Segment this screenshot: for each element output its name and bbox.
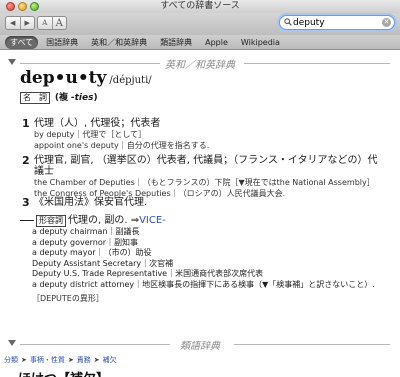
sense-number: 2	[22, 154, 30, 167]
example-line: by deputy｜代理で［として］	[34, 130, 147, 139]
small-font-label: A	[42, 19, 48, 27]
sense-definition: 代理官, 副官, （選挙区の）代表者, 代議員；（フランス・イタリアなどの）代議…	[34, 155, 378, 177]
breadcrumb-arrow-icon: ➤	[67, 356, 74, 364]
navigation-buttons: ◀ ▶	[5, 16, 35, 30]
adjective-derivative: 形容詞 代理の, 副の. ⇒VICE- a deputy chairman｜副議長…	[20, 215, 390, 305]
example-line: the Chamber of Deputies｜（もとフランスの）下院［▼現在で…	[34, 178, 375, 187]
example-line: a deputy mayor｜（市の）助役	[32, 248, 152, 257]
dictionary-window: すべての辞書ソース ◀ ▶ A A ✕ すべて 国語辞典 英和／和英辞典 類語辞…	[0, 0, 400, 377]
dictionary-scope-bar: すべて 国語辞典 英和／和英辞典 類語辞典 Apple Wikipedia	[0, 35, 400, 50]
back-button[interactable]: ◀	[6, 17, 20, 29]
search-field[interactable]: ✕	[279, 15, 395, 30]
back-arrow-icon: ◀	[10, 19, 16, 27]
sense-number: 1	[22, 117, 30, 130]
clear-search-icon[interactable]: ✕	[382, 18, 391, 27]
derivative-pos-label: 形容詞	[36, 215, 66, 227]
sense-3: 3 《米国用法》保安官代理.	[22, 196, 384, 209]
pos-label: 名 詞	[20, 92, 50, 104]
large-font-label: A	[55, 17, 63, 29]
search-icon	[284, 18, 292, 26]
entry-header: dep•u•ty/dépjuti/ 名 詞 (複 -ties)	[20, 68, 390, 104]
breadcrumb-item[interactable]: 分類	[4, 355, 18, 365]
scope-all[interactable]: すべて	[5, 35, 39, 49]
breadcrumb-item[interactable]: 責務	[77, 355, 91, 365]
derivative-dash	[20, 220, 34, 221]
breadcrumb-arrow-icon: ➤	[93, 356, 100, 364]
sense-number: 3	[22, 196, 30, 209]
window-title: すべての辞書ソース	[160, 1, 240, 11]
breadcrumb-arrow-icon: ➤	[21, 356, 27, 364]
search-input[interactable]	[293, 16, 377, 29]
forward-button[interactable]: ▶	[19, 17, 35, 29]
example-line: Deputy Assistant Secretary｜次官補	[32, 258, 174, 268]
example-line: a deputy chairman｜副議長	[32, 227, 140, 236]
sense-definition: 《米国用法》保安官代理.	[34, 197, 148, 208]
sense-2: 2 代理官, 副官, （選挙区の）代表者, 代議員；（フランス・イタリアなどの）…	[22, 154, 384, 199]
scope-ruigo[interactable]: 類語辞典	[155, 36, 197, 49]
font-size-buttons: A A	[37, 16, 67, 30]
etymology-note: ［DEPUTEの異形］	[32, 294, 104, 303]
example-line: Deputy U.S. Trade Representative｜米国通商代表部…	[32, 269, 264, 278]
plural-form: -ties	[70, 93, 94, 103]
increase-font-button[interactable]: A	[51, 17, 67, 29]
breadcrumb: 分類 ➤ 事柄・性質 ➤ 責務 ➤ 補欠	[4, 355, 117, 365]
definition-content: 英和／和英辞典 dep•u•ty/dépjuti/ 名 詞 (複 -ties) …	[0, 50, 400, 377]
sense-definition: 代理（人）, 代理役；代表者	[34, 118, 161, 129]
plural-prefix: (複	[54, 93, 68, 103]
toolbar: ◀ ▶ A A ✕	[0, 13, 400, 35]
sense-1: 1 代理（人）, 代理役；代表者 by deputy｜代理で［として］ appo…	[22, 117, 384, 151]
scope-apple[interactable]: Apple	[200, 37, 233, 48]
forward-arrow-icon: ▶	[24, 19, 30, 27]
breadcrumb-item[interactable]: 事柄・性質	[30, 355, 65, 365]
scope-wikipedia[interactable]: Wikipedia	[236, 37, 285, 48]
example-line: appoint one's deputy｜自分の代理を指名する.	[34, 141, 210, 150]
scope-kokugo[interactable]: 国語辞典	[41, 36, 83, 49]
example-line: a deputy district attorney｜地区検事長の指揮下にある検…	[32, 279, 375, 289]
scope-eiwa-waei[interactable]: 英和／和英辞典	[86, 36, 152, 49]
cross-reference-link[interactable]: VICE-	[139, 215, 166, 226]
pronunciation: /dépjuti/	[109, 75, 152, 86]
headword: dep•u•ty	[20, 68, 107, 88]
decrease-font-button[interactable]: A	[38, 17, 52, 29]
section-header-ruigo[interactable]: 類語辞典	[0, 337, 400, 352]
derivative-definition: 代理の, 副の. ⇒	[68, 215, 140, 226]
thesaurus-entry-heading: ほけつ【補欠】	[18, 368, 109, 377]
plural-suffix: )	[93, 93, 98, 103]
pos-row: 名 詞 (複 -ties)	[20, 90, 390, 104]
title-bar: すべての辞書ソース	[0, 0, 400, 13]
example-line: a deputy governor｜副知事	[32, 237, 139, 247]
breadcrumb-item[interactable]: 補欠	[103, 355, 117, 365]
